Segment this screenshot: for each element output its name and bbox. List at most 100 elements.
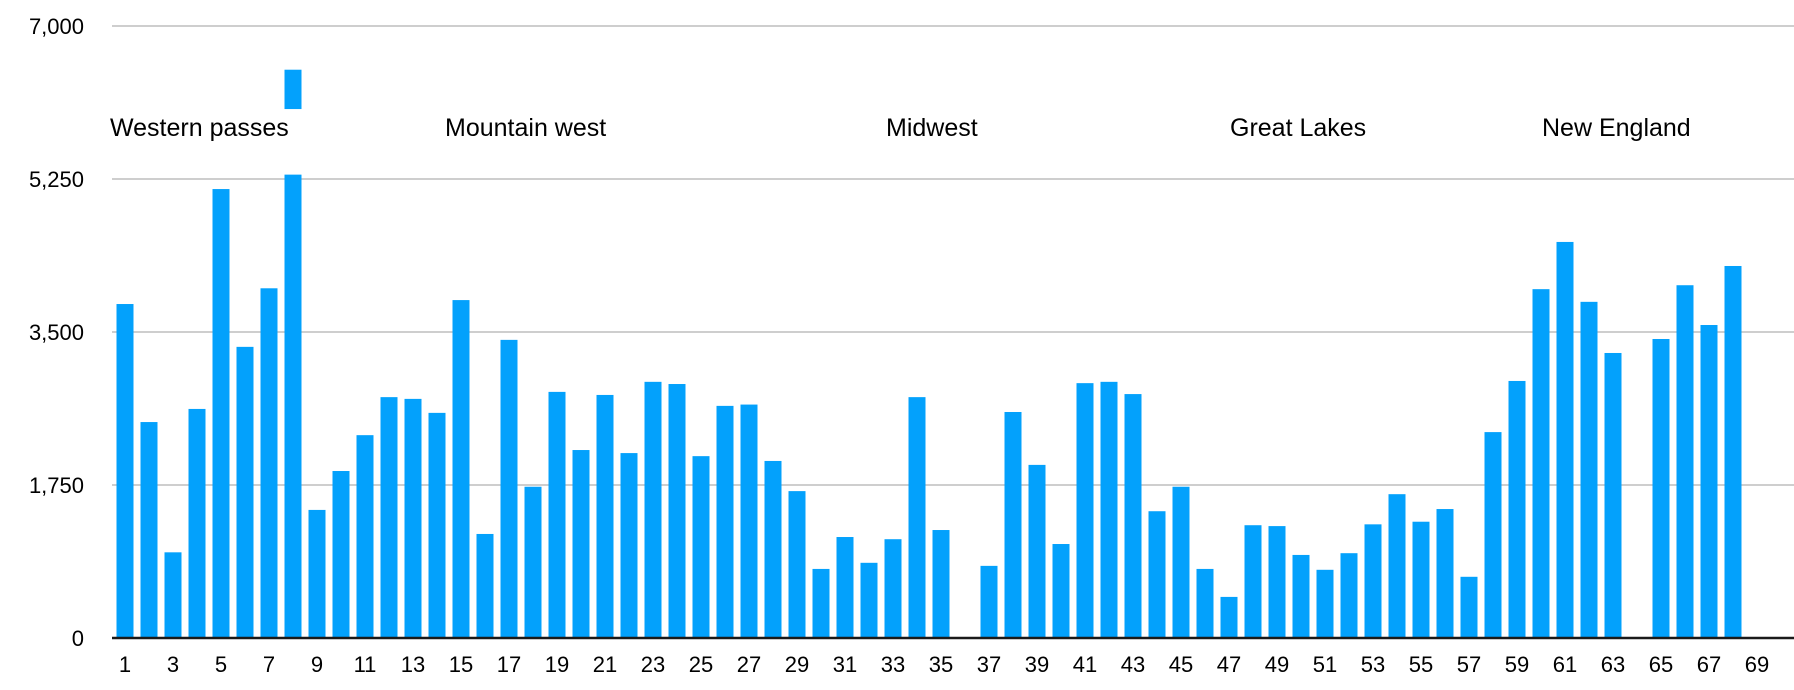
bar bbox=[692, 456, 710, 638]
bar bbox=[1724, 265, 1742, 638]
bar bbox=[476, 533, 494, 638]
x-tick-label: 35 bbox=[929, 652, 953, 677]
bar bbox=[1100, 381, 1118, 638]
bar bbox=[572, 450, 590, 638]
bar bbox=[1412, 521, 1430, 638]
bar bbox=[620, 453, 638, 638]
bar bbox=[596, 394, 614, 638]
bar bbox=[788, 491, 806, 638]
bar bbox=[1244, 525, 1262, 638]
region-annotations: Western passes Mountain west Midwest Great … bbox=[110, 114, 1691, 142]
bar bbox=[1676, 285, 1694, 638]
bar bbox=[644, 381, 662, 638]
x-tick-label: 21 bbox=[593, 652, 617, 677]
bar bbox=[164, 552, 182, 638]
bar bbox=[1700, 325, 1718, 638]
x-tick-label: 55 bbox=[1409, 652, 1433, 677]
y-tick-label: 1,750 bbox=[29, 473, 84, 498]
x-tick-label: 45 bbox=[1169, 652, 1193, 677]
x-tick-label: 43 bbox=[1121, 652, 1145, 677]
bar bbox=[500, 339, 518, 638]
x-tick-label: 9 bbox=[311, 652, 323, 677]
bar bbox=[764, 460, 782, 638]
bar bbox=[260, 288, 278, 638]
x-tick-label: 17 bbox=[497, 652, 521, 677]
bar bbox=[836, 537, 854, 638]
bar bbox=[668, 384, 686, 638]
bars bbox=[116, 69, 1742, 638]
bar bbox=[1196, 568, 1214, 638]
bar bbox=[1004, 411, 1022, 638]
bar bbox=[980, 565, 998, 638]
bar bbox=[188, 408, 206, 638]
x-tick-label: 25 bbox=[689, 652, 713, 677]
x-tick-label: 49 bbox=[1265, 652, 1289, 677]
bar bbox=[1604, 352, 1622, 638]
x-tick-label: 51 bbox=[1313, 652, 1337, 677]
bar bbox=[1292, 554, 1310, 638]
region-label: Great Lakes bbox=[1230, 114, 1366, 142]
region-label: New England bbox=[1542, 114, 1691, 142]
bar bbox=[1436, 509, 1454, 638]
bar bbox=[332, 471, 350, 638]
bar bbox=[428, 412, 446, 638]
bar bbox=[236, 346, 254, 638]
bar bbox=[116, 304, 134, 638]
y-tick-label: 7,000 bbox=[29, 14, 84, 39]
x-tick-label: 27 bbox=[737, 652, 761, 677]
bar bbox=[548, 391, 566, 638]
region-label: Mountain west bbox=[445, 114, 606, 142]
bar bbox=[716, 405, 734, 638]
bar bbox=[740, 404, 758, 638]
x-tick-label: 59 bbox=[1505, 652, 1529, 677]
x-tick-label: 15 bbox=[449, 652, 473, 677]
bar bbox=[140, 422, 158, 638]
bar bbox=[284, 174, 302, 638]
x-tick-label: 33 bbox=[881, 652, 905, 677]
x-tick-label: 53 bbox=[1361, 652, 1385, 677]
x-axis-tick-labels: 1 3 5 7 9 11 13 15 17 19 21 23 25 27 29 31 33 35 37 39 41 43 4… bbox=[119, 652, 1769, 677]
x-tick-label: 29 bbox=[785, 652, 809, 677]
bar bbox=[1652, 338, 1670, 638]
x-tick-label: 13 bbox=[401, 652, 425, 677]
x-tick-label: 65 bbox=[1649, 652, 1673, 677]
bar bbox=[1580, 301, 1598, 638]
bar bbox=[380, 397, 398, 638]
bar bbox=[1508, 380, 1526, 638]
y-axis-tick-labels: 0 1,750 3,500 5,250 7,000 bbox=[29, 14, 84, 651]
bar bbox=[404, 398, 422, 638]
x-tick-label: 11 bbox=[354, 652, 377, 677]
bar bbox=[308, 509, 326, 638]
bar bbox=[884, 539, 902, 638]
bar bbox=[860, 562, 878, 638]
x-tick-label: 31 bbox=[833, 652, 857, 677]
x-tick-label: 61 bbox=[1553, 652, 1577, 677]
bar bbox=[1052, 544, 1070, 638]
x-tick-label: 7 bbox=[263, 652, 275, 677]
bar bbox=[1556, 241, 1574, 638]
region-label: Western passes bbox=[110, 114, 289, 142]
bar bbox=[1076, 383, 1094, 638]
x-tick-label: 69 bbox=[1745, 652, 1769, 677]
bar bbox=[1316, 569, 1334, 638]
bar bbox=[1364, 524, 1382, 638]
y-tick-label: 5,250 bbox=[29, 167, 84, 192]
bar bbox=[812, 568, 830, 638]
bar bbox=[932, 530, 950, 638]
bar bbox=[1028, 464, 1046, 638]
x-tick-label: 47 bbox=[1217, 652, 1241, 677]
bar bbox=[356, 435, 374, 638]
y-tick-label: 0 bbox=[72, 626, 84, 651]
bar bbox=[1172, 486, 1190, 638]
x-tick-label: 41 bbox=[1073, 652, 1097, 677]
x-tick-label: 67 bbox=[1697, 652, 1721, 677]
bar bbox=[452, 300, 470, 638]
bar bbox=[1268, 526, 1286, 638]
bar bbox=[1220, 596, 1238, 638]
bar-break-top bbox=[284, 69, 302, 110]
bar bbox=[1532, 289, 1550, 638]
x-tick-label: 23 bbox=[641, 652, 665, 677]
bar bbox=[1460, 576, 1478, 638]
bar bbox=[1124, 394, 1142, 638]
bar bbox=[1388, 494, 1406, 638]
